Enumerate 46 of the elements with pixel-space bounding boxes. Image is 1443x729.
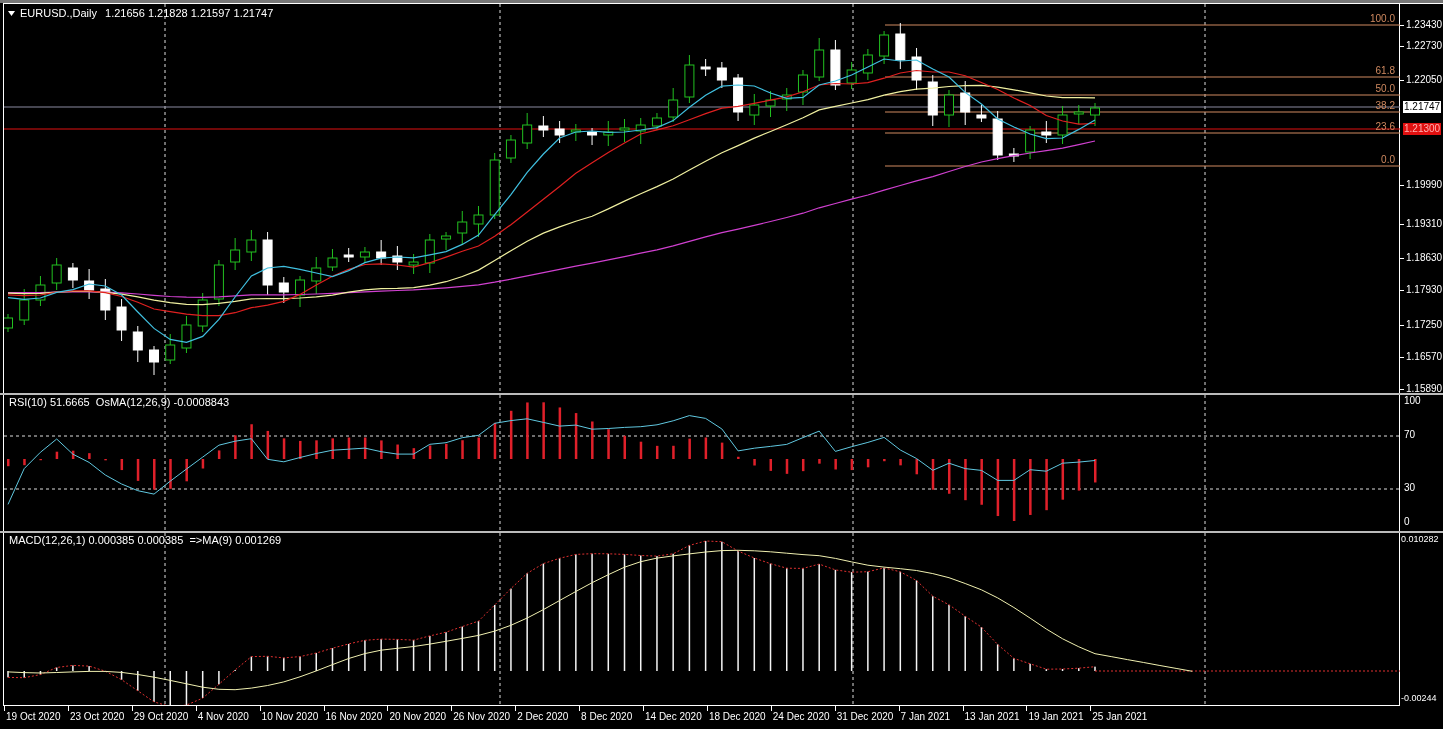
- current-price-label: 1.21747: [1403, 101, 1442, 113]
- price-axis-label: 1.19310: [1406, 219, 1443, 229]
- date-axis-label: 18 Dec 2020: [707, 710, 766, 722]
- date-axis-label: 25 Jan 2021: [1091, 710, 1148, 722]
- date-axis-label: 7 Jan 2021: [899, 710, 951, 722]
- date-axis-label: 19 Oct 2020: [5, 710, 61, 722]
- price-axis-label: 1.17250: [1406, 320, 1443, 330]
- date-axis-label: 20 Nov 2020: [388, 710, 447, 722]
- price-axis-label: 1.22730: [1406, 41, 1443, 51]
- fibonacci-level-label: 38.2: [1375, 101, 1395, 111]
- price-axis-label: 1.15890: [1406, 384, 1443, 394]
- date-axis-label: 13 Jan 2021: [963, 710, 1020, 722]
- date-axis-label: 14 Dec 2020: [644, 710, 702, 722]
- fibonacci-level-label: 50.0: [1375, 84, 1395, 94]
- macd-axis-label: -0.00244: [1401, 694, 1437, 703]
- price-axis-label: 1.19990: [1406, 180, 1443, 190]
- date-axis-label: 4 Nov 2020: [196, 710, 249, 722]
- date-axis-label: 24 Dec 2020: [771, 710, 830, 722]
- date-axis-label: 31 Dec 2020: [835, 710, 894, 722]
- date-axis-label: 2 Dec 2020: [516, 710, 569, 722]
- indicator-legend: MACD(12,26,1) 0.000385 0.000385 =>MA(9) 0.001269: [9, 535, 282, 546]
- price-axis-label: 1.23430: [1406, 20, 1443, 30]
- price-line-label: 1.21300: [1403, 123, 1442, 135]
- fibonacci-level-label: 0.0: [1381, 155, 1395, 165]
- date-axis-label: 29 Oct 2020: [132, 710, 189, 722]
- macd-axis-label: 0.010282: [1401, 535, 1439, 544]
- rsi-axis-label: 0: [1404, 517, 1410, 527]
- rsi-axis-label: 70: [1404, 430, 1416, 440]
- date-axis-label: 23 Oct 2020: [68, 710, 125, 722]
- date-axis-label: 19 Jan 2021: [1027, 710, 1084, 722]
- fibonacci-level-label: 23.6: [1375, 122, 1395, 132]
- date-axis-label: 10 Nov 2020: [260, 710, 319, 722]
- price-axis-label: 1.16570: [1406, 352, 1443, 362]
- date-axis-label: 26 Nov 2020: [452, 710, 510, 722]
- price-axis-label: 1.18630: [1406, 253, 1443, 263]
- price-axis-label: 1.17930: [1406, 285, 1443, 295]
- rsi-axis-label: 100: [1404, 396, 1421, 406]
- fibonacci-level-label: 100.0: [1369, 14, 1395, 24]
- price-axis-label: 1.22050: [1406, 75, 1443, 85]
- date-axis-label: 16 Nov 2020: [324, 710, 383, 722]
- indicator-legend: RSI(10) 51.6665 OsMA(12,26,9) -0.0008843: [9, 397, 230, 408]
- symbol-title: EURUSD.,Daily: [20, 8, 97, 19]
- fibonacci-level-label: 61.8: [1375, 66, 1395, 76]
- rsi-axis-label: 30: [1404, 483, 1416, 493]
- date-axis-label: 8 Dec 2020: [580, 710, 633, 722]
- ohlc-values: 1.21656 1.21828 1.21597 1.21747: [104, 8, 274, 19]
